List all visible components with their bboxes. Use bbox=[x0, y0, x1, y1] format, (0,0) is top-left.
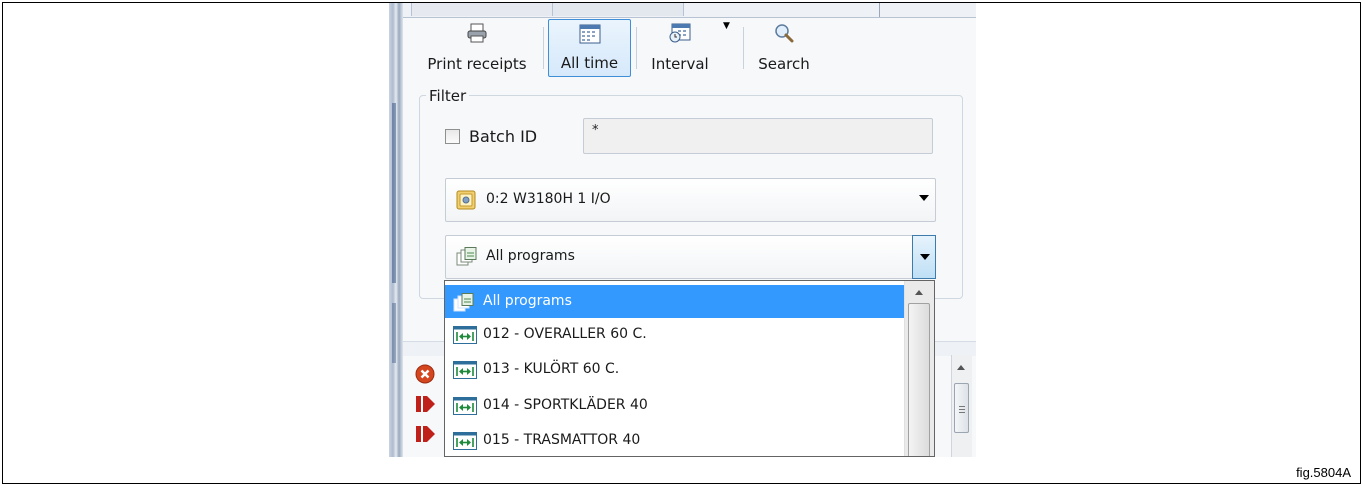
print-receipts-label: Print receipts bbox=[427, 55, 527, 73]
calendar-icon bbox=[579, 24, 601, 48]
error-status-icon bbox=[415, 451, 435, 457]
all-programs-icon bbox=[456, 247, 478, 271]
all-time-button[interactable]: All time bbox=[548, 19, 631, 77]
figure-label: fig.5804A bbox=[1296, 465, 1351, 480]
program-option-label: 015 - TRASMATTOR 40 bbox=[483, 432, 641, 448]
program-select[interactable]: All programs bbox=[445, 235, 936, 279]
batch-id-checkbox[interactable] bbox=[445, 129, 460, 144]
tab-strip bbox=[403, 3, 976, 18]
program-icon bbox=[453, 432, 477, 454]
program-option-label: 013 - KULÖRT 60 C. bbox=[483, 361, 620, 377]
machine-icon bbox=[456, 190, 476, 214]
magnifier-icon bbox=[773, 23, 795, 47]
printer-icon bbox=[466, 23, 488, 47]
scroll-up-arrow[interactable] bbox=[915, 290, 923, 295]
scroll-up-arrow[interactable] bbox=[957, 365, 965, 370]
interval-dropdown-arrow[interactable]: ▼ bbox=[723, 21, 730, 31]
scroll-thumb[interactable] bbox=[954, 383, 969, 433]
interval-button[interactable]: Interval bbox=[641, 19, 719, 77]
left-panel-edge bbox=[389, 3, 403, 457]
batch-id-input[interactable]: * bbox=[583, 118, 933, 154]
stop-status-icon bbox=[415, 395, 437, 417]
program-option[interactable]: All programs bbox=[445, 285, 906, 318]
program-option-label: All programs bbox=[483, 293, 572, 309]
batch-id-label: Batch ID bbox=[469, 127, 538, 146]
program-select-dropdown-button[interactable] bbox=[912, 235, 936, 279]
machine-select-value: 0:2 W3180H 1 I/O bbox=[486, 191, 611, 207]
tab[interactable] bbox=[411, 3, 553, 16]
filter-legend: Filter bbox=[426, 87, 470, 105]
program-icon bbox=[453, 361, 477, 383]
search-button[interactable]: Search bbox=[750, 19, 818, 77]
program-option-label: 012 - OVERALLER 60 C. bbox=[483, 326, 647, 342]
grid-scrollbar[interactable] bbox=[951, 355, 972, 457]
stop-status-icon bbox=[415, 425, 437, 447]
all-programs-icon bbox=[453, 293, 475, 317]
dropdown-scrollbar[interactable] bbox=[904, 281, 934, 456]
program-option-label: 014 - SPORTKLÄDER 40 bbox=[483, 397, 648, 413]
program-select-value: All programs bbox=[486, 248, 575, 264]
tab[interactable] bbox=[553, 3, 684, 16]
scroll-thumb[interactable] bbox=[908, 303, 930, 456]
program-icon bbox=[453, 326, 477, 348]
program-option[interactable]: 014 - SPORTKLÄDER 40 bbox=[445, 389, 906, 422]
program-option[interactable]: 013 - KULÖRT 60 C. bbox=[445, 353, 906, 386]
print-receipts-button[interactable]: Print receipts bbox=[419, 19, 535, 77]
program-option[interactable]: 015 - TRASMATTOR 40 bbox=[445, 424, 906, 456]
interval-label: Interval bbox=[651, 55, 709, 73]
program-icon bbox=[453, 397, 477, 419]
search-label: Search bbox=[758, 55, 810, 73]
app-window: Print receipts All time Interval ▼ Searc… bbox=[389, 3, 976, 457]
program-dropdown-list: All programs 012 - OVERALLER 60 C. 013 -… bbox=[444, 280, 935, 457]
calendar-clock-icon bbox=[669, 23, 691, 47]
all-time-label: All time bbox=[560, 54, 619, 72]
machine-select-arrow[interactable] bbox=[919, 195, 929, 201]
program-option[interactable]: 012 - OVERALLER 60 C. bbox=[445, 318, 906, 351]
error-status-icon bbox=[415, 364, 435, 388]
machine-select[interactable]: 0:2 W3180H 1 I/O bbox=[445, 178, 936, 222]
